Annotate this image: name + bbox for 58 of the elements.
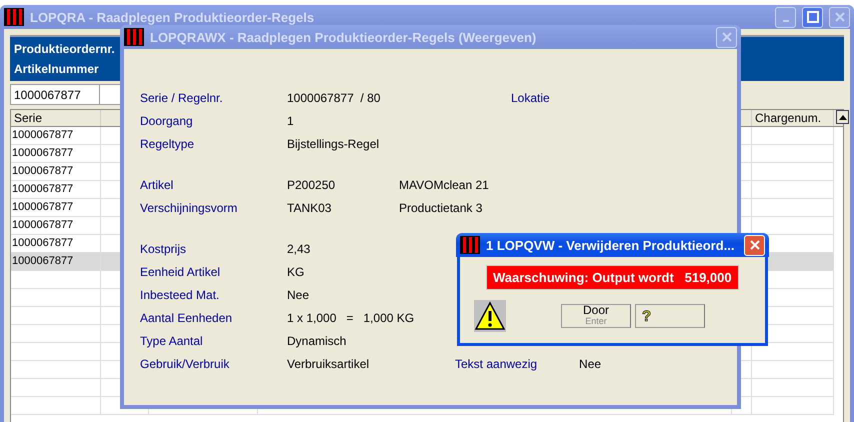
field-value: 2,43: [287, 241, 310, 257]
minimize-icon: [782, 20, 788, 22]
field-label: Gebruik/Verbruik: [140, 356, 230, 372]
continue-button[interactable]: Door Enter: [561, 304, 631, 328]
field-label: Verschijningsvorm: [140, 200, 238, 216]
field-label: Eenheid Artikel: [140, 264, 222, 280]
minimize-button[interactable]: [775, 6, 796, 28]
scroll-up-button[interactable]: [836, 110, 849, 124]
field-value: 1000067877 / 80: [287, 90, 380, 106]
order-input-field[interactable]: 1000067877: [10, 84, 100, 105]
table-cell[interactable]: 1000067877: [11, 199, 101, 217]
table-cell[interactable]: 1000067877: [11, 181, 101, 199]
app-logo-icon: [4, 8, 24, 26]
field-value: TANK03: [287, 200, 332, 216]
maximize-icon: [806, 11, 818, 23]
close-icon: [748, 239, 760, 251]
window-title: LOPQRA - Raadplegen Produktieorder-Regels: [30, 10, 316, 24]
field-label: Kostprijs: [140, 241, 188, 257]
field-label: Regeltype: [140, 136, 196, 152]
close-icon: [720, 31, 732, 43]
field-value: 1: [287, 113, 294, 129]
field-value: Dynamisch: [287, 333, 346, 349]
field-label: Lokatie: [511, 90, 551, 106]
field-value: Nee: [579, 356, 602, 372]
close-icon: [834, 11, 846, 23]
field-label: Serie / Regelnr.: [140, 90, 224, 106]
header-label: Artikelnummer: [14, 61, 100, 78]
table-cell[interactable]: 1000067877: [11, 163, 101, 181]
app-logo-icon: [124, 28, 144, 46]
field-label: Tekst aanwezig: [455, 356, 538, 372]
field-label: Aantal Eenheden: [140, 310, 234, 326]
table-cell[interactable]: 1000067877: [11, 127, 101, 145]
table-cell[interactable]: 1000067877: [11, 253, 101, 271]
field-value: Nee: [287, 287, 310, 303]
input-field[interactable]: [100, 84, 122, 105]
field-value: P200250: [287, 177, 336, 193]
header-label: Produktieordernr.: [14, 41, 116, 58]
app-logo-icon: [460, 236, 480, 254]
table-cell[interactable]: 1000067877: [11, 217, 101, 235]
field-value: KG: [287, 264, 304, 280]
field-label: Artikel: [140, 177, 174, 193]
field-label: Doorgang: [140, 113, 194, 129]
column-header[interactable]: Serie: [11, 110, 101, 126]
window-title: LOPQRAWX - Raadplegen Produktieorder-Regels (Weergeven): [150, 30, 538, 44]
warning-icon: [474, 300, 506, 332]
maximize-button[interactable]: [802, 6, 823, 28]
window-title: 1 LOPQVW - Verwijderen Produktieord...: [486, 238, 736, 252]
warning-message: Waarschuwing: Output wordt 519,000: [486, 265, 739, 290]
table-cell[interactable]: 1000067877: [11, 145, 101, 163]
column-header[interactable]: Chargenum.: [752, 110, 834, 126]
field-value: 1 x 1,000 = 1,000 KG: [287, 310, 414, 326]
field-value: MAVOMclean 21: [399, 177, 489, 193]
field-label: Inbesteed Mat.: [140, 287, 220, 303]
field-value: Bijstellings-Regel: [287, 136, 380, 152]
field-value: Productietank 3: [399, 200, 482, 216]
field-label: Type Aantal: [140, 333, 204, 349]
field-value: Verbruiksartikel: [287, 356, 370, 372]
caret-up-icon: [838, 114, 846, 120]
